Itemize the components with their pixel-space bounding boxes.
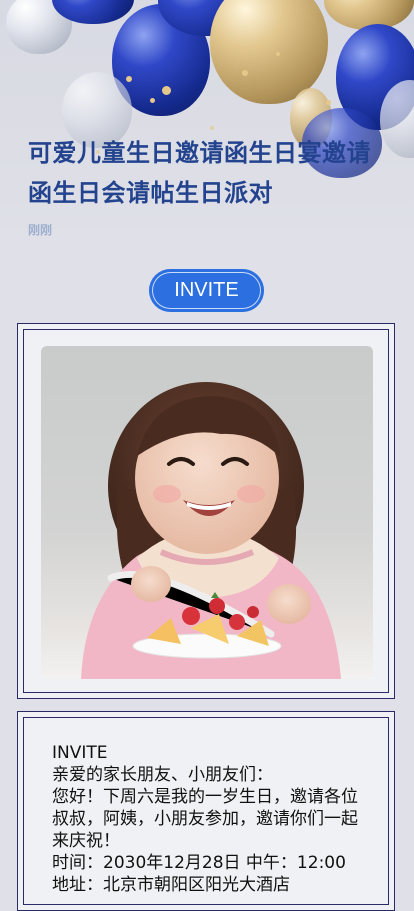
child-illustration — [81, 382, 341, 679]
invitation-time: 时间：2030年12月28日 中午：12:00 — [52, 853, 346, 873]
invitation-text: INVITE 亲爱的家长朋友、小朋友们： 您好！下周六是我的一岁生日，邀请各位叔… — [52, 742, 372, 896]
publish-time: 刚刚 — [28, 223, 53, 237]
photo-card — [17, 323, 395, 699]
invitation-greeting: 亲爱的家长朋友、小朋友们： — [52, 765, 273, 785]
invitation-heading: INVITE — [52, 743, 108, 763]
invitation-body: 您好！下周六是我的一岁生日，邀请各位叔叔，阿姨，小朋友参加，邀请你们一起来庆祝！ — [52, 787, 358, 851]
invite-button[interactable]: INVITE — [149, 269, 264, 312]
invitation-card: INVITE 亲爱的家长朋友、小朋友们： 您好！下周六是我的一岁生日，邀请各位叔… — [17, 711, 395, 911]
child-photo — [41, 346, 373, 679]
invitation-address: 地址：北京市朝阳区阳光大酒店 — [52, 875, 290, 895]
article-title: 可爱儿童生日邀请函生日宴邀请函生日会请帖生日派对 — [28, 139, 371, 207]
